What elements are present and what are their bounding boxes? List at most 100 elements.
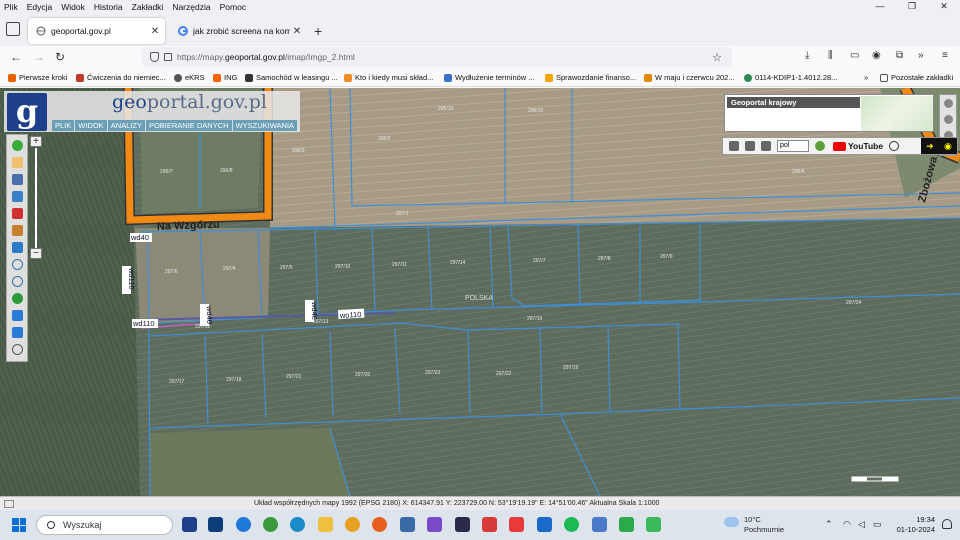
document-icon[interactable] (729, 141, 739, 151)
shield-icon[interactable] (150, 52, 159, 62)
zoom-out-icon[interactable] (12, 276, 23, 287)
library-icon[interactable]: ⫼ (828, 50, 833, 61)
help-icon[interactable] (815, 141, 825, 151)
bookmark-item[interactable]: ING (213, 73, 237, 82)
wifi-icon[interactable]: ◠ (843, 519, 851, 530)
coordinates-icon[interactable] (12, 242, 23, 253)
back-button[interactable]: ← (10, 49, 22, 65)
chevron-up-icon[interactable]: ⌃ (825, 519, 833, 530)
arrow-left-icon[interactable] (12, 310, 23, 321)
menu-download[interactable]: POBIERANIE DANYCH (146, 120, 233, 131)
app-icon[interactable] (236, 517, 251, 532)
print-icon[interactable] (745, 141, 755, 151)
app-icon[interactable] (592, 517, 607, 532)
menu-item-history[interactable]: Historia (90, 2, 128, 12)
volume-icon[interactable]: ◁ (858, 519, 865, 530)
menu-file[interactable]: PLIK (52, 120, 76, 131)
zoom-track[interactable] (35, 148, 37, 248)
contrast-toggle[interactable]: ➜ ◉ (921, 138, 957, 154)
close-tab-icon[interactable]: ✕ (290, 26, 304, 37)
youtube-link[interactable]: YouTube (833, 141, 883, 151)
more-bookmarks-icon[interactable]: » (864, 73, 868, 82)
app-icon[interactable] (619, 517, 634, 532)
restore-button[interactable]: ❐ (896, 0, 928, 13)
extensions-icon[interactable]: ⧉ (896, 50, 903, 61)
collapse-icon[interactable] (944, 99, 953, 108)
app-icon[interactable] (455, 517, 470, 532)
geoportal-logo[interactable]: g (7, 93, 47, 131)
menu-item-view[interactable]: Widok (57, 2, 90, 12)
globe-icon[interactable] (12, 293, 23, 304)
edge-icon[interactable] (290, 517, 305, 532)
forward-button[interactable]: → (33, 49, 45, 65)
menu-item-edit[interactable]: Edycja (23, 2, 58, 12)
bookmark-star-icon[interactable]: ☆ (712, 51, 722, 64)
more-tools-icon[interactable]: » (918, 50, 924, 61)
bookmark-item[interactable]: Ćwiczenia do niemiec... (76, 73, 166, 82)
grid-icon[interactable] (761, 141, 771, 151)
whatsapp-icon[interactable] (646, 517, 661, 532)
bookmark-item[interactable]: Sprawozdanie finanso... (545, 73, 636, 82)
close-tab-icon[interactable]: ✕ (148, 26, 162, 37)
app-icon[interactable] (482, 517, 497, 532)
layers-icon[interactable] (12, 191, 23, 202)
pencil-icon[interactable] (12, 225, 23, 236)
battery-icon[interactable]: ▭ (873, 519, 882, 530)
print-icon[interactable] (12, 208, 23, 219)
language-select[interactable]: pol (777, 140, 809, 152)
account-icon[interactable]: ◉ (872, 50, 881, 61)
menu-item-help[interactable]: Pomoc (216, 2, 251, 12)
accessibility-icon[interactable] (889, 141, 900, 151)
menu-icon[interactable]: ≡ (942, 50, 948, 61)
bookmark-item[interactable]: 0114-KDIP1-1.4012.28... (744, 73, 837, 82)
menu-view[interactable]: WIDOK (75, 120, 108, 131)
menu-item-file[interactable]: Plik (0, 2, 23, 12)
start-button[interactable] (12, 518, 26, 532)
bookmark-item[interactable]: Pierwsze kroki (8, 73, 67, 82)
zoom-plus-button[interactable]: + (30, 136, 42, 147)
pan-hand-icon[interactable] (12, 157, 23, 168)
tab-list-icon[interactable] (6, 22, 20, 36)
overview-thumbnail[interactable] (861, 96, 933, 131)
app-icon[interactable] (427, 517, 442, 532)
media-icon[interactable] (208, 517, 223, 532)
bookmark-item[interactable]: Wydłużenie terminów ... (444, 73, 535, 82)
zoom-slider[interactable]: + − (30, 136, 42, 260)
youtube-icon[interactable] (509, 517, 524, 532)
close-window-button[interactable]: ✕ (928, 0, 960, 13)
menu-item-bookmarks[interactable]: Zakładki (128, 2, 169, 12)
calculator-icon[interactable] (400, 517, 415, 532)
bookmark-item[interactable]: Kto i kiedy musi skład... (344, 73, 433, 82)
tab-google-search[interactable]: jak zrobić screena na komputer ✕ (170, 18, 307, 44)
zoom-minus-button[interactable]: − (30, 248, 42, 259)
clock[interactable]: 19:34 01-10-2024 (893, 515, 935, 535)
sidebar-icon[interactable]: ▭ (850, 50, 859, 61)
notification-bell-icon[interactable] (942, 519, 952, 529)
app-l-icon[interactable] (182, 517, 197, 532)
bookmark-item[interactable]: W maju i czerwcu 202... (644, 73, 735, 82)
taskbar-search[interactable]: Wyszukaj (36, 515, 173, 535)
lock-icon[interactable] (164, 53, 172, 61)
app-icon[interactable] (345, 517, 360, 532)
folder-icon[interactable] (318, 517, 333, 532)
firefox-icon[interactable] (372, 517, 387, 532)
overview-map[interactable]: Geoportal krajowy (724, 94, 934, 132)
new-tab-button[interactable]: + (314, 23, 322, 39)
legend-icon[interactable] (12, 174, 23, 185)
chrome-icon[interactable] (263, 517, 278, 532)
reload-button[interactable]: ↻ (55, 49, 65, 65)
settings-icon[interactable] (12, 344, 23, 355)
downloads-icon[interactable]: ⤓ (805, 50, 809, 61)
tab-geoportal[interactable]: geoportal.gov.pl ✕ (28, 18, 165, 44)
outlook-icon[interactable] (537, 517, 552, 532)
other-bookmarks[interactable]: Pozostałe zakładki (880, 73, 953, 82)
menu-search[interactable]: WYSZUKIWANIA (233, 120, 299, 131)
zoom-in-icon[interactable] (12, 259, 23, 270)
expand-icon[interactable] (944, 115, 953, 124)
menu-item-tools[interactable]: Narzędzia (168, 2, 215, 12)
map-canvas[interactable]: Na Wzgórzu Zbożowa wd40 wd110 wd110 wd40… (0, 88, 960, 496)
arrow-right-icon[interactable] (12, 327, 23, 338)
info-icon[interactable] (12, 140, 23, 151)
bookmark-item[interactable]: eKRS (174, 73, 205, 82)
address-bar[interactable]: https://mapy.geoportal.gov.pl/imap/Imgp_… (142, 47, 732, 67)
